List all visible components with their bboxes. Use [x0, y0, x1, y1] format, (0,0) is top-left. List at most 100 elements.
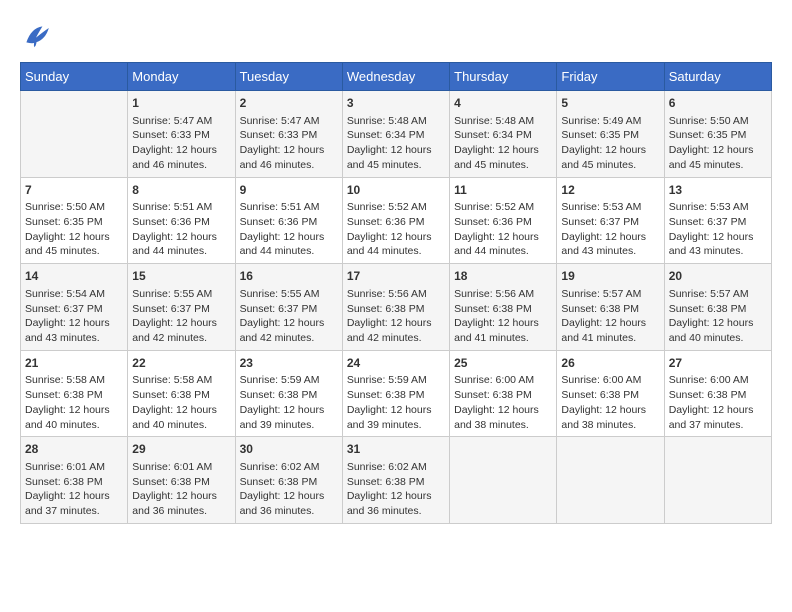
calendar-cell: 17 Sunrise: 5:56 AM Sunset: 6:38 PM Dayli… — [342, 264, 449, 351]
calendar-header-cell: Monday — [128, 63, 235, 91]
day-number: 13 — [669, 182, 767, 199]
calendar-cell: 15 Sunrise: 5:55 AM Sunset: 6:37 PM Dayli… — [128, 264, 235, 351]
calendar-cell: 22Sunrise: 5:58 AM Sunset: 6:38 PM Dayli… — [128, 350, 235, 437]
calendar-cell: 3 Sunrise: 5:48 AM Sunset: 6:34 PM Daylig… — [342, 91, 449, 178]
day-number: 27 — [669, 355, 767, 372]
calendar-week-row: 14 Sunrise: 5:54 AM Sunset: 6:37 PM Dayli… — [21, 264, 772, 351]
calendar-cell: 13Sunrise: 5:53 AM Sunset: 6:37 PM Dayli… — [664, 177, 771, 264]
calendar-cell: 20 Sunrise: 5:57 AM Sunset: 6:38 PM Dayli… — [664, 264, 771, 351]
calendar-cell: 29 Sunrise: 6:01 AM Sunset: 6:38 PM Dayli… — [128, 437, 235, 524]
day-number: 22 — [132, 355, 230, 372]
day-content: Sunrise: 6:01 AM Sunset: 6:38 PM Dayligh… — [132, 460, 230, 519]
logo-icon — [20, 20, 52, 52]
calendar-week-row: 21Sunrise: 5:58 AM Sunset: 6:38 PM Dayli… — [21, 350, 772, 437]
day-number: 6 — [669, 95, 767, 112]
day-content: Sunrise: 5:50 AM Sunset: 6:35 PM Dayligh… — [669, 114, 767, 173]
calendar-cell: 18 Sunrise: 5:56 AM Sunset: 6:38 PM Dayli… — [450, 264, 557, 351]
calendar-header-cell: Tuesday — [235, 63, 342, 91]
calendar-cell: 11Sunrise: 5:52 AM Sunset: 6:36 PM Dayli… — [450, 177, 557, 264]
day-content: Sunrise: 6:01 AM Sunset: 6:38 PM Dayligh… — [25, 460, 123, 519]
page-header — [20, 20, 772, 52]
day-number: 29 — [132, 441, 230, 458]
day-number: 11 — [454, 182, 552, 199]
day-content: Sunrise: 6:00 AM Sunset: 6:38 PM Dayligh… — [669, 373, 767, 432]
logo — [20, 20, 56, 52]
day-content: Sunrise: 5:58 AM Sunset: 6:38 PM Dayligh… — [25, 373, 123, 432]
day-number: 30 — [240, 441, 338, 458]
calendar-cell: 4Sunrise: 5:48 AM Sunset: 6:34 PM Daylig… — [450, 91, 557, 178]
calendar-cell — [557, 437, 664, 524]
day-content: Sunrise: 5:58 AM Sunset: 6:38 PM Dayligh… — [132, 373, 230, 432]
calendar-cell: 31 Sunrise: 6:02 AM Sunset: 6:38 PM Dayli… — [342, 437, 449, 524]
day-number: 3 — [347, 95, 445, 112]
calendar-header-cell: Friday — [557, 63, 664, 91]
day-number: 9 — [240, 182, 338, 199]
calendar-cell: 28 Sunrise: 6:01 AM Sunset: 6:38 PM Dayli… — [21, 437, 128, 524]
day-number: 28 — [25, 441, 123, 458]
day-number: 24 — [347, 355, 445, 372]
day-number: 5 — [561, 95, 659, 112]
calendar-cell — [21, 91, 128, 178]
day-number: 25 — [454, 355, 552, 372]
day-content: Sunrise: 5:49 AM Sunset: 6:35 PM Dayligh… — [561, 114, 659, 173]
calendar-header-cell: Wednesday — [342, 63, 449, 91]
calendar-week-row: 28 Sunrise: 6:01 AM Sunset: 6:38 PM Dayli… — [21, 437, 772, 524]
day-content: Sunrise: 5:47 AM Sunset: 6:33 PM Dayligh… — [132, 114, 230, 173]
day-number: 18 — [454, 268, 552, 285]
day-number: 4 — [454, 95, 552, 112]
calendar-cell: 30Sunrise: 6:02 AM Sunset: 6:38 PM Dayli… — [235, 437, 342, 524]
calendar-cell: 23Sunrise: 5:59 AM Sunset: 6:38 PM Dayli… — [235, 350, 342, 437]
calendar-week-row: 1 Sunrise: 5:47 AM Sunset: 6:33 PM Daylig… — [21, 91, 772, 178]
day-content: Sunrise: 5:51 AM Sunset: 6:36 PM Dayligh… — [132, 200, 230, 259]
calendar-cell: 24Sunrise: 5:59 AM Sunset: 6:38 PM Dayli… — [342, 350, 449, 437]
day-number: 12 — [561, 182, 659, 199]
day-content: Sunrise: 5:48 AM Sunset: 6:34 PM Dayligh… — [347, 114, 445, 173]
day-content: Sunrise: 5:52 AM Sunset: 6:36 PM Dayligh… — [454, 200, 552, 259]
calendar-body: 1 Sunrise: 5:47 AM Sunset: 6:33 PM Daylig… — [21, 91, 772, 524]
calendar-cell: 14 Sunrise: 5:54 AM Sunset: 6:37 PM Dayli… — [21, 264, 128, 351]
calendar-cell: 16Sunrise: 5:55 AM Sunset: 6:37 PM Dayli… — [235, 264, 342, 351]
calendar-cell: 8Sunrise: 5:51 AM Sunset: 6:36 PM Daylig… — [128, 177, 235, 264]
day-number: 14 — [25, 268, 123, 285]
day-content: Sunrise: 5:51 AM Sunset: 6:36 PM Dayligh… — [240, 200, 338, 259]
day-number: 20 — [669, 268, 767, 285]
day-content: Sunrise: 5:55 AM Sunset: 6:37 PM Dayligh… — [240, 287, 338, 346]
calendar-cell: 19 Sunrise: 5:57 AM Sunset: 6:38 PM Dayli… — [557, 264, 664, 351]
day-number: 10 — [347, 182, 445, 199]
day-content: Sunrise: 5:47 AM Sunset: 6:33 PM Dayligh… — [240, 114, 338, 173]
day-number: 8 — [132, 182, 230, 199]
day-content: Sunrise: 6:00 AM Sunset: 6:38 PM Dayligh… — [561, 373, 659, 432]
day-content: Sunrise: 5:57 AM Sunset: 6:38 PM Dayligh… — [561, 287, 659, 346]
day-content: Sunrise: 5:52 AM Sunset: 6:36 PM Dayligh… — [347, 200, 445, 259]
calendar-header-cell: Saturday — [664, 63, 771, 91]
day-number: 17 — [347, 268, 445, 285]
day-number: 31 — [347, 441, 445, 458]
day-content: Sunrise: 6:02 AM Sunset: 6:38 PM Dayligh… — [347, 460, 445, 519]
day-content: Sunrise: 5:53 AM Sunset: 6:37 PM Dayligh… — [561, 200, 659, 259]
calendar-cell — [664, 437, 771, 524]
calendar-header-cell: Thursday — [450, 63, 557, 91]
calendar-cell: 9Sunrise: 5:51 AM Sunset: 6:36 PM Daylig… — [235, 177, 342, 264]
day-content: Sunrise: 6:00 AM Sunset: 6:38 PM Dayligh… — [454, 373, 552, 432]
calendar-week-row: 7Sunrise: 5:50 AM Sunset: 6:35 PM Daylig… — [21, 177, 772, 264]
calendar-cell: 1 Sunrise: 5:47 AM Sunset: 6:33 PM Daylig… — [128, 91, 235, 178]
calendar-header-cell: Sunday — [21, 63, 128, 91]
day-number: 21 — [25, 355, 123, 372]
day-content: Sunrise: 5:50 AM Sunset: 6:35 PM Dayligh… — [25, 200, 123, 259]
day-number: 2 — [240, 95, 338, 112]
calendar-cell: 12Sunrise: 5:53 AM Sunset: 6:37 PM Dayli… — [557, 177, 664, 264]
day-content: Sunrise: 5:56 AM Sunset: 6:38 PM Dayligh… — [454, 287, 552, 346]
day-content: Sunrise: 5:56 AM Sunset: 6:38 PM Dayligh… — [347, 287, 445, 346]
calendar-cell: 7Sunrise: 5:50 AM Sunset: 6:35 PM Daylig… — [21, 177, 128, 264]
day-content: Sunrise: 5:55 AM Sunset: 6:37 PM Dayligh… — [132, 287, 230, 346]
day-number: 15 — [132, 268, 230, 285]
day-content: Sunrise: 5:57 AM Sunset: 6:38 PM Dayligh… — [669, 287, 767, 346]
day-number: 1 — [132, 95, 230, 112]
day-content: Sunrise: 5:54 AM Sunset: 6:37 PM Dayligh… — [25, 287, 123, 346]
calendar-cell: 6 Sunrise: 5:50 AM Sunset: 6:35 PM Daylig… — [664, 91, 771, 178]
day-content: Sunrise: 5:59 AM Sunset: 6:38 PM Dayligh… — [347, 373, 445, 432]
day-content: Sunrise: 5:53 AM Sunset: 6:37 PM Dayligh… — [669, 200, 767, 259]
day-number: 26 — [561, 355, 659, 372]
day-number: 19 — [561, 268, 659, 285]
day-number: 23 — [240, 355, 338, 372]
